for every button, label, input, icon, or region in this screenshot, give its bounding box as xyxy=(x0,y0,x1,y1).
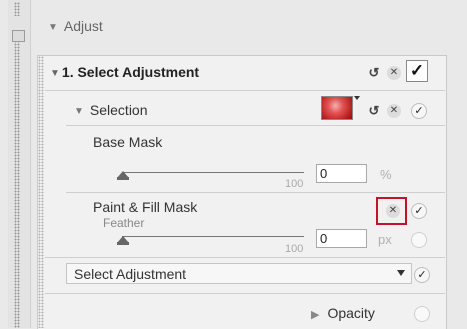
collapse-triangle-icon[interactable]: ▼ xyxy=(50,68,60,79)
select-adjustment-checkbox[interactable]: ✓ xyxy=(414,267,430,283)
divider xyxy=(66,125,445,126)
selection-row[interactable]: ▼ Selection xyxy=(74,102,148,118)
base-mask-unit: % xyxy=(380,167,392,182)
check-icon: ✓ xyxy=(409,61,425,80)
close-icon[interactable]: ✕ xyxy=(386,204,400,218)
undo-icon[interactable]: ↺ xyxy=(367,103,381,118)
step-title: 1. Select Adjustment xyxy=(61,64,200,80)
close-icon[interactable]: ✕ xyxy=(387,104,401,118)
selection-enable-checkbox[interactable]: ✓ xyxy=(411,103,427,119)
base-mask-input[interactable]: 0 xyxy=(316,164,367,183)
select-adjustment-dropdown[interactable]: Select Adjustment xyxy=(66,263,412,284)
collapse-triangle-icon[interactable]: ▼ xyxy=(74,106,84,117)
opacity-label: Opacity xyxy=(327,305,375,321)
adjust-title: Adjust xyxy=(63,18,103,34)
check-icon: ✓ xyxy=(414,104,424,117)
panel-toggle-icon[interactable] xyxy=(12,30,25,42)
divider xyxy=(45,90,445,91)
selection-label: Selection xyxy=(89,102,148,118)
dropdown-selected: Select Adjustment xyxy=(74,266,187,282)
feather-radio[interactable] xyxy=(411,232,427,248)
feather-slider-handle[interactable] xyxy=(117,236,129,245)
collapse-triangle-icon[interactable]: ▼ xyxy=(48,22,58,33)
adjust-section-header[interactable]: ▼ Adjust xyxy=(48,18,103,34)
feather-input[interactable]: 0 xyxy=(316,229,367,248)
divider xyxy=(66,192,445,193)
panel-grip[interactable] xyxy=(38,56,44,328)
feather-label: Feather xyxy=(103,216,145,230)
step-enable-checkbox[interactable]: ✓ xyxy=(406,60,428,82)
close-icon[interactable]: ✕ xyxy=(387,66,401,80)
swatch-dropdown-icon[interactable] xyxy=(354,96,360,100)
check-icon: ✓ xyxy=(417,268,427,281)
paint-fill-mask-label: Paint & Fill Mask xyxy=(93,199,198,215)
expand-triangle-icon[interactable]: ▶ xyxy=(311,309,319,321)
feather-slider-track[interactable] xyxy=(122,236,304,237)
feather-unit: px xyxy=(378,232,392,247)
base-mask-slider-max: 100 xyxy=(285,178,304,190)
opacity-radio[interactable] xyxy=(414,306,430,322)
feather-slider-max: 100 xyxy=(285,243,304,255)
undo-icon[interactable]: ↺ xyxy=(367,65,381,80)
opacity-row[interactable]: ▶ Opacity xyxy=(311,305,375,321)
color-swatch[interactable] xyxy=(321,96,353,120)
divider xyxy=(45,257,445,258)
base-mask-slider-handle[interactable] xyxy=(117,171,129,180)
check-icon: ✓ xyxy=(414,204,424,217)
paint-fill-enable-checkbox[interactable]: ✓ xyxy=(411,203,427,219)
base-mask-label: Base Mask xyxy=(93,134,163,150)
step-title-row[interactable]: ▼ 1. Select Adjustment xyxy=(50,64,199,80)
divider xyxy=(45,293,445,294)
base-mask-slider-track[interactable] xyxy=(122,172,304,173)
chevron-down-icon xyxy=(397,270,405,276)
panel-grip-strip[interactable] xyxy=(8,0,31,328)
